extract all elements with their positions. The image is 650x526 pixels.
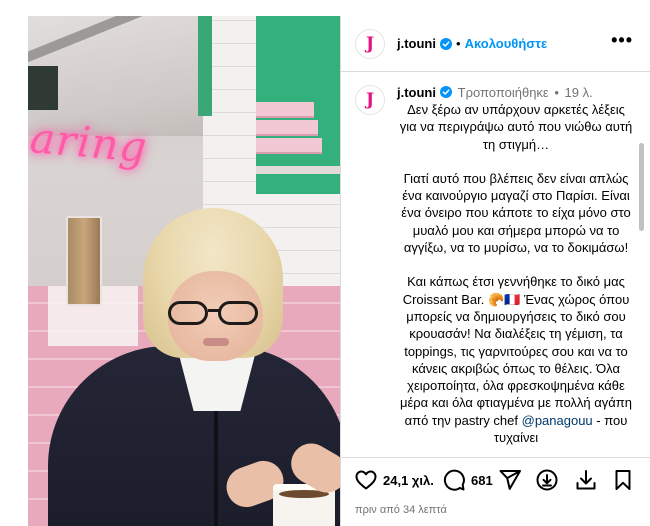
- remix-action[interactable]: [535, 468, 559, 492]
- verified-icon: [440, 86, 452, 98]
- like-action[interactable]: 24,1 χιλ.: [354, 468, 434, 492]
- bookmark-icon[interactable]: [611, 468, 635, 492]
- photo-pink-box: [256, 102, 314, 118]
- header-username[interactable]: j.touni: [397, 36, 436, 51]
- separator-dot: •: [456, 36, 461, 51]
- photo-dark-sign: [28, 66, 58, 110]
- edited-label: Τροποποιήθηκε: [457, 85, 549, 100]
- post-photo[interactable]: aring: [28, 16, 340, 526]
- comments-count[interactable]: 681: [471, 473, 493, 488]
- likes-count[interactable]: 24,1 χιλ.: [383, 473, 434, 488]
- caption-paragraph: Δεν ξέρω αν υπάρχουν αρκετές λέξεις για …: [399, 102, 633, 152]
- separator-dot: •: [554, 85, 559, 100]
- caption-scrollbar[interactable]: [639, 143, 644, 231]
- photo-jar: [66, 216, 102, 306]
- post-time[interactable]: πριν από 34 λεπτά: [355, 504, 447, 516]
- photo-zipper: [214, 396, 218, 526]
- photo-glasses: [168, 301, 260, 327]
- save-action[interactable]: [611, 468, 635, 492]
- avatar[interactable]: J: [355, 28, 385, 59]
- caption-age[interactable]: 19 λ.: [565, 85, 593, 100]
- mention-link[interactable]: @panagouu: [522, 413, 593, 428]
- caption-meta: j.touni Τροποποιήθηκε • 19 λ.: [397, 85, 635, 101]
- caption-text: Δεν ξέρω αν υπάρχουν αρκετές λέξεις για …: [397, 101, 635, 446]
- caption-paragraph: Γιατί αυτό που βλέπεις δεν είναι απλώς έ…: [401, 170, 631, 256]
- photo-shelf: [256, 166, 340, 174]
- more-options-icon[interactable]: •••: [611, 30, 633, 51]
- caption-paragraph: Και κάπως έτσι γεννήθηκε το δικό μας Cro…: [399, 274, 632, 446]
- send-icon[interactable]: [498, 468, 522, 492]
- caption-username[interactable]: j.touni: [397, 85, 436, 100]
- caption-area: J j.touni Τροποποιήθηκε • 19 λ. Δεν ξέρω…: [341, 73, 650, 457]
- comment-action[interactable]: 681: [442, 468, 493, 492]
- post-sidebar: J j.touni • Ακολουθήστε ••• J j.touni Τρ…: [340, 16, 650, 526]
- comment-icon[interactable]: [442, 468, 466, 492]
- share-action[interactable]: [498, 468, 522, 492]
- action-bar: 24,1 χιλ. 681 πριν από 34 λεπτά: [341, 457, 650, 526]
- post-header: J j.touni • Ακολουθήστε •••: [341, 16, 650, 72]
- photo-pink-box: [256, 138, 322, 154]
- verified-icon: [440, 37, 452, 50]
- download-circle-icon[interactable]: [535, 468, 559, 492]
- photo-lips: [203, 338, 229, 346]
- follow-button[interactable]: Ακολουθήστε: [465, 36, 548, 51]
- neon-sign: aring: [28, 112, 150, 173]
- download-action[interactable]: [574, 468, 598, 492]
- download-icon[interactable]: [574, 468, 598, 492]
- heart-icon[interactable]: [354, 468, 378, 492]
- caption-avatar[interactable]: J: [355, 85, 385, 115]
- photo-green-panel: [198, 16, 212, 116]
- photo-pink-box: [256, 120, 318, 136]
